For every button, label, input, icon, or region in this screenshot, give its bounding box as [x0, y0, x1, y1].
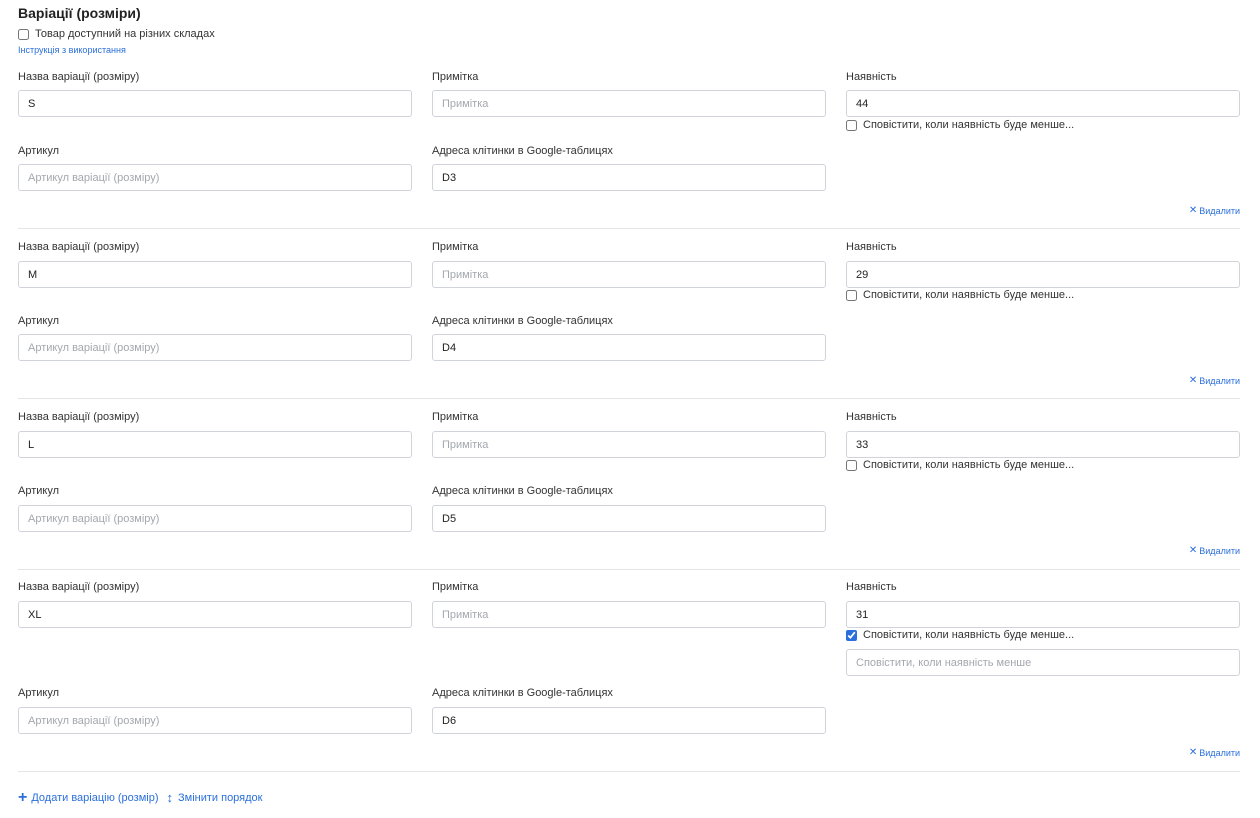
- note-input[interactable]: [432, 90, 826, 117]
- variation-name-input[interactable]: [18, 431, 412, 458]
- sku-input[interactable]: [18, 164, 412, 191]
- stock-label: Наявність: [846, 241, 897, 253]
- note-label: Примітка: [432, 71, 479, 83]
- variation-name-input[interactable]: [18, 261, 412, 288]
- variation-separator: [18, 398, 1240, 399]
- close-icon: ✕: [1188, 747, 1198, 758]
- close-icon: ✕: [1188, 375, 1198, 386]
- notify-option[interactable]: Сповістити, коли наявність буде менше...: [846, 459, 1074, 471]
- instruction-link[interactable]: Інструкція з використання: [18, 45, 126, 55]
- add-variation-label: Додати варіацію (розмір): [31, 792, 159, 804]
- notify-checkbox[interactable]: [846, 119, 857, 131]
- delete-label: Видалити: [1199, 545, 1240, 556]
- note-input[interactable]: [432, 601, 826, 628]
- notify-option[interactable]: Сповістити, коли наявність буде менше...: [846, 289, 1074, 301]
- stock-label: Наявність: [846, 411, 897, 423]
- notify-label: Сповістити, коли наявність буде менше...: [863, 459, 1075, 471]
- multi-warehouse-label: Товар доступний на різних складах: [35, 28, 215, 40]
- sku-input[interactable]: [18, 707, 412, 734]
- delete-variation-button[interactable]: ✕ Видалити: [1189, 747, 1240, 758]
- cell-address-input[interactable]: [432, 505, 826, 532]
- delete-label: Видалити: [1199, 375, 1240, 386]
- notify-threshold-input[interactable]: [846, 649, 1240, 676]
- sku-input[interactable]: [18, 334, 412, 361]
- notify-label: Сповістити, коли наявність буде менше...: [863, 119, 1075, 131]
- notify-checkbox[interactable]: [846, 459, 857, 471]
- stock-input[interactable]: [846, 90, 1240, 117]
- up-down-arrow-icon: ↕: [166, 790, 174, 805]
- delete-variation-button[interactable]: ✕ Видалити: [1189, 205, 1240, 216]
- plus-icon: +: [18, 789, 28, 806]
- note-label: Примітка: [432, 581, 479, 593]
- cell-address-input[interactable]: [432, 707, 826, 734]
- stock-input[interactable]: [846, 601, 1240, 628]
- variation-separator: [18, 569, 1240, 570]
- reorder-label: Змінити порядок: [178, 792, 263, 804]
- delete-label: Видалити: [1199, 205, 1240, 216]
- name-label: Назва варіації (розміру): [18, 411, 140, 423]
- stock-input[interactable]: [846, 431, 1240, 458]
- close-icon: ✕: [1188, 205, 1198, 216]
- notify-label: Сповістити, коли наявність буде менше...: [863, 629, 1075, 641]
- name-label: Назва варіації (розміру): [18, 71, 140, 83]
- sku-label: Артикул: [18, 485, 60, 497]
- variation-name-input[interactable]: [18, 90, 412, 117]
- stock-label: Наявність: [846, 71, 897, 83]
- sku-input[interactable]: [18, 505, 412, 532]
- note-input[interactable]: [432, 431, 826, 458]
- notify-option[interactable]: Сповістити, коли наявність буде менше...: [846, 629, 1074, 641]
- cell-label: Адреса клітинки в Google-таблицях: [432, 145, 613, 157]
- stock-input[interactable]: [846, 261, 1240, 288]
- multi-warehouse-option[interactable]: Товар доступний на різних складах: [18, 28, 215, 40]
- variation-separator: [18, 771, 1240, 772]
- delete-variation-button[interactable]: ✕ Видалити: [1189, 545, 1240, 556]
- notify-checkbox[interactable]: [846, 629, 857, 641]
- cell-address-input[interactable]: [432, 334, 826, 361]
- note-input[interactable]: [432, 261, 826, 288]
- cell-label: Адреса клітинки в Google-таблицях: [432, 315, 613, 327]
- delete-variation-button[interactable]: ✕ Видалити: [1189, 375, 1240, 386]
- cell-label: Адреса клітинки в Google-таблицях: [432, 687, 613, 699]
- notify-option[interactable]: Сповістити, коли наявність буде менше...: [846, 119, 1074, 131]
- reorder-button[interactable]: ↕ Змінити порядок: [166, 790, 263, 805]
- notify-checkbox[interactable]: [846, 289, 857, 301]
- note-label: Примітка: [432, 411, 479, 423]
- close-icon: ✕: [1188, 545, 1198, 556]
- name-label: Назва варіації (розміру): [18, 241, 140, 253]
- stock-label: Наявність: [846, 581, 897, 593]
- add-variation-button[interactable]: + Додати варіацію (розмір): [18, 789, 159, 806]
- cell-label: Адреса клітинки в Google-таблицях: [432, 485, 613, 497]
- sku-label: Артикул: [18, 687, 60, 699]
- section-title: Варіації (розміри): [18, 5, 141, 21]
- sku-label: Артикул: [18, 315, 60, 327]
- delete-label: Видалити: [1199, 747, 1240, 758]
- variation-separator: [18, 228, 1240, 229]
- notify-label: Сповістити, коли наявність буде менше...: [863, 289, 1075, 301]
- multi-warehouse-checkbox[interactable]: [18, 28, 29, 40]
- name-label: Назва варіації (розміру): [18, 581, 140, 593]
- cell-address-input[interactable]: [432, 164, 826, 191]
- sku-label: Артикул: [18, 145, 60, 157]
- note-label: Примітка: [432, 241, 479, 253]
- variation-name-input[interactable]: [18, 601, 412, 628]
- variation-actions: + Додати варіацію (розмір) ↕ Змінити пор…: [18, 789, 270, 806]
